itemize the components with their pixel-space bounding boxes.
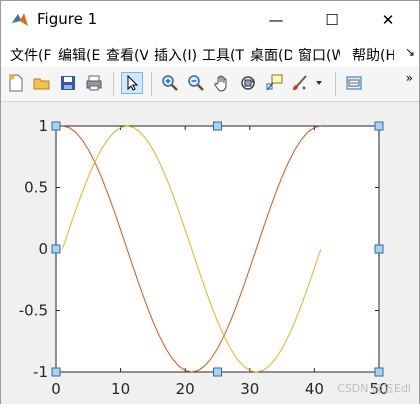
rotate-3d-icon[interactable] (237, 72, 259, 94)
toolbar-separator (335, 72, 336, 96)
link-plot-icon[interactable] (343, 72, 365, 94)
resize-handle[interactable] (213, 121, 222, 131)
resize-handle[interactable] (374, 367, 384, 377)
menu-edit[interactable]: 编辑(E) (58, 45, 100, 65)
menu-tools[interactable]: 工具(T) (202, 45, 244, 65)
resize-handle[interactable] (213, 367, 222, 377)
toolbar-overflow-icon[interactable]: » (406, 71, 413, 85)
pan-hand-icon[interactable] (211, 72, 233, 94)
maximize-icon: ☐ (325, 11, 339, 29)
minimize-icon: — (268, 11, 284, 29)
minimize-button[interactable]: — (249, 1, 303, 39)
menu-insert[interactable]: 插入(I) (154, 45, 196, 65)
brush-dropdown-icon[interactable] (313, 72, 325, 94)
window-title: Figure 1 (37, 10, 98, 28)
menu-file[interactable]: 文件(F) (10, 45, 52, 65)
maximize-button[interactable]: ☐ (305, 1, 359, 39)
save-icon[interactable] (57, 72, 79, 94)
resize-handle[interactable] (51, 244, 61, 254)
close-button[interactable]: ✕ (361, 1, 415, 39)
y-tick-label: -0.5 (19, 302, 48, 320)
figure-toolbar: » (1, 67, 419, 102)
resize-handle[interactable] (374, 121, 384, 131)
resize-handle[interactable] (51, 367, 61, 377)
y-tick-label: 1 (38, 117, 48, 135)
figure-canvas[interactable]: 0 10 20 30 40 50 1 0.5 0 -0.5 -1 CSDN @五Edl (1, 102, 419, 404)
new-figure-icon[interactable] (5, 72, 27, 94)
title-bar[interactable]: Figure 1 — ☐ ✕ (1, 1, 419, 39)
select-arrow-icon[interactable] (121, 72, 143, 94)
data-cursor-icon[interactable] (263, 72, 285, 94)
resize-handle[interactable] (374, 244, 384, 254)
menu-view[interactable]: 查看(V) (106, 45, 148, 65)
x-tick-label: 10 (111, 380, 130, 398)
print-icon[interactable] (83, 72, 105, 94)
menu-overflow-icon[interactable]: ↘ (405, 45, 415, 59)
close-icon: ✕ (381, 11, 395, 29)
toolbar-separator (113, 72, 114, 96)
watermark-text: CSDN @五Edl (337, 382, 411, 395)
brush-icon[interactable] (289, 72, 311, 94)
x-tick-label: 30 (240, 380, 259, 398)
zoom-in-icon[interactable] (159, 72, 181, 94)
plot-svg[interactable]: 0 10 20 30 40 5010.50-0.5-1 (1, 102, 419, 404)
y-tick-label: -1 (33, 363, 48, 381)
x-tick-label: 0 (51, 380, 61, 398)
menu-bar: 文件(F) 编辑(E) 查看(V) 插入(I) 工具(T) 桌面(D) 窗口(W… (1, 39, 419, 67)
menu-window[interactable]: 窗口(W) (298, 45, 340, 65)
y-tick-label: 0.5 (24, 179, 48, 197)
toolbar-separator (151, 72, 152, 96)
menu-help[interactable]: 帮助(H) (352, 45, 394, 65)
figure-window: Figure 1 — ☐ ✕ 文件(F) 编辑(E) 查看(V) 插入(I) 工… (0, 0, 420, 404)
open-file-icon[interactable] (31, 72, 53, 94)
x-tick-label: 40 (305, 380, 324, 398)
menu-desktop[interactable]: 桌面(D) (250, 45, 292, 65)
axes-box[interactable] (55, 125, 380, 373)
axes[interactable]: 0 10 20 30 40 5010.50-0.5-1 (19, 117, 389, 398)
matlab-logo-icon (12, 13, 28, 26)
y-tick-label: 0 (38, 240, 48, 258)
x-tick-label: 20 (176, 380, 195, 398)
zoom-out-icon[interactable] (185, 72, 207, 94)
resize-handle[interactable] (51, 121, 61, 131)
